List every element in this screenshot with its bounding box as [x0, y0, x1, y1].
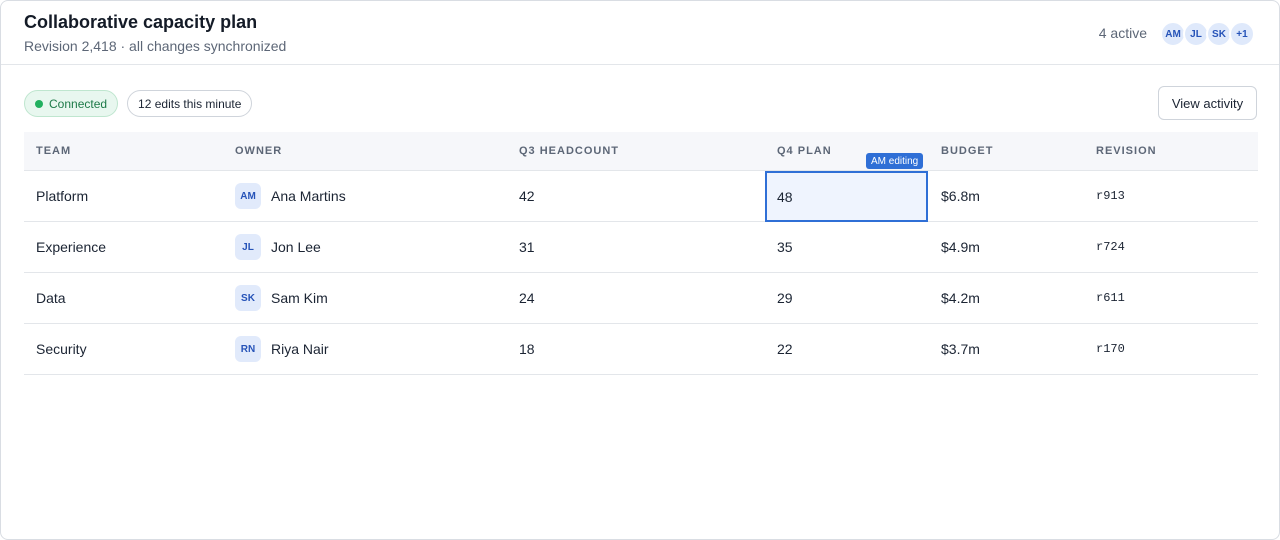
revision-subtitle: Revision 2,418 · all changes synchronize… — [24, 38, 287, 54]
owner-name: Sam Kim — [271, 290, 328, 306]
avatar: JL — [235, 234, 261, 260]
active-users-count: 4 active — [1098, 25, 1147, 41]
column-header-revision[interactable]: REVISION — [1096, 145, 1157, 157]
connected-dot-icon — [35, 99, 43, 108]
column-header-q4-plan[interactable]: Q4 PLAN — [777, 145, 832, 157]
team-cell[interactable]: Experience — [36, 222, 106, 272]
avatar: RN — [235, 336, 261, 362]
connection-status-label: Connected — [49, 96, 108, 111]
owner-cell[interactable]: AM Ana Martins — [235, 171, 346, 221]
owner-cell[interactable]: JL Jon Lee — [235, 222, 321, 272]
budget-cell[interactable]: $6.8m — [941, 171, 980, 221]
q4-plan-cell-editing[interactable]: 48 — [765, 171, 928, 222]
edit-rate-badge: 12 edits this minute — [127, 90, 253, 117]
table-row[interactable]: Security RN Riya Nair 18 22 $3.7m r170 — [24, 324, 1258, 375]
team-cell[interactable]: Platform — [36, 171, 88, 221]
q4-plan-cell[interactable]: 22 — [777, 324, 793, 374]
table-row[interactable]: Experience JL Jon Lee 31 35 $4.9m r724 — [24, 222, 1258, 273]
edit-rate-label: 12 edits this minute — [138, 96, 242, 111]
presence-avatars[interactable]: AM JL SK +1 — [1160, 21, 1255, 47]
panel-header: Collaborative capacity plan Revision 2,4… — [1, 1, 1279, 65]
q4-plan-cell[interactable]: 29 — [777, 273, 793, 323]
budget-cell[interactable]: $4.9m — [941, 222, 980, 272]
budget-cell[interactable]: $4.2m — [941, 273, 980, 323]
table-header: TEAM OWNER Q3 HEADCOUNT Q4 PLAN BUDGET R… — [24, 132, 1258, 171]
capacity-plan-panel: Collaborative capacity plan Revision 2,4… — [0, 0, 1280, 540]
owner-cell[interactable]: SK Sam Kim — [235, 273, 328, 323]
table-row[interactable]: Data SK Sam Kim 24 29 $4.2m r611 — [24, 273, 1258, 324]
team-cell[interactable]: Data — [36, 273, 66, 323]
status-toolbar: Connected 12 edits this minute — [24, 90, 261, 117]
q3-headcount-cell[interactable]: 18 — [519, 324, 535, 374]
column-header-team[interactable]: TEAM — [36, 145, 71, 157]
column-header-budget[interactable]: BUDGET — [941, 145, 993, 157]
table-row[interactable]: Platform AM Ana Martins 42 48 $6.8m r913 — [24, 171, 1258, 222]
capacity-table: TEAM OWNER Q3 HEADCOUNT Q4 PLAN BUDGET R… — [24, 132, 1258, 375]
revision-cell[interactable]: r611 — [1096, 273, 1125, 323]
q3-headcount-cell[interactable]: 42 — [519, 171, 535, 221]
column-header-owner[interactable]: OWNER — [235, 145, 282, 157]
q4-plan-cell[interactable]: 35 — [777, 222, 793, 272]
column-header-q3-headcount[interactable]: Q3 HEADCOUNT — [519, 145, 619, 157]
team-cell[interactable]: Security — [36, 324, 87, 374]
budget-cell[interactable]: $3.7m — [941, 324, 980, 374]
avatar-overflow[interactable]: +1 — [1229, 21, 1255, 47]
revision-cell[interactable]: r724 — [1096, 222, 1125, 272]
q3-headcount-cell[interactable]: 24 — [519, 273, 535, 323]
q3-headcount-cell[interactable]: 31 — [519, 222, 535, 272]
owner-name: Jon Lee — [271, 239, 321, 255]
owner-name: Ana Martins — [271, 188, 346, 204]
owner-cell[interactable]: RN Riya Nair — [235, 324, 329, 374]
owner-name: Riya Nair — [271, 341, 329, 357]
view-activity-button[interactable]: View activity — [1158, 86, 1257, 120]
revision-cell[interactable]: r913 — [1096, 171, 1125, 221]
page-title: Collaborative capacity plan — [24, 12, 258, 32]
avatar: AM — [235, 183, 261, 209]
connection-status-badge: Connected — [24, 90, 119, 117]
avatar: SK — [235, 285, 261, 311]
revision-cell[interactable]: r170 — [1096, 324, 1125, 374]
collaborator-editing-tag: AM editing — [866, 153, 924, 169]
